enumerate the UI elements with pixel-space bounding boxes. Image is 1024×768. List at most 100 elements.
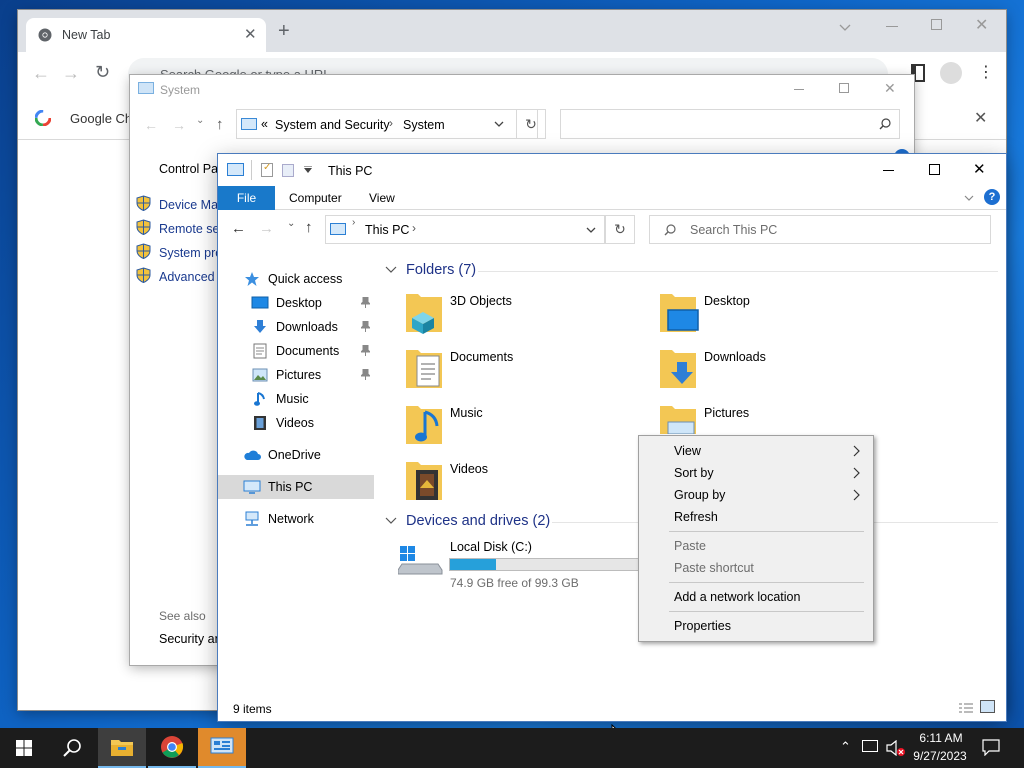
system-address-bar[interactable]: « System and Security › System (236, 109, 538, 139)
back-arrow-icon[interactable]: ← (32, 63, 50, 84)
close-icon[interactable]: ✕ (884, 80, 896, 97)
nav-network[interactable]: Network (218, 507, 374, 531)
maximize-icon[interactable] (839, 83, 849, 93)
taskbar-file-explorer[interactable] (98, 728, 146, 768)
close-icon[interactable]: ✕ (244, 25, 257, 43)
close-window-icon[interactable]: ✕ (975, 15, 988, 35)
show-hidden-icons-chevron-icon[interactable]: ⌃ (840, 739, 851, 755)
forward-arrow-icon[interactable]: → (62, 63, 80, 84)
menu-item-view[interactable]: View (641, 440, 871, 462)
pin-icon[interactable] (361, 297, 370, 308)
recent-chevron-icon[interactable]: ⌄ (196, 115, 204, 126)
folders-group-header[interactable]: Folders (7) (384, 262, 476, 278)
back-arrow-icon[interactable]: ← (144, 117, 158, 133)
folder-music[interactable]: Music (404, 402, 624, 454)
nav-this-pc[interactable]: This PC (218, 475, 374, 499)
nav-music[interactable]: Music (218, 387, 374, 411)
menu-item-group-by[interactable]: Group by (641, 484, 871, 506)
menu-item-paste-shortcut[interactable]: Paste shortcut (641, 557, 871, 579)
folder-downloads[interactable]: Downloads (658, 346, 878, 398)
folder-documents[interactable]: Documents (404, 346, 624, 398)
menu-item-properties[interactable]: Properties (641, 615, 871, 637)
pin-icon[interactable] (361, 369, 370, 380)
refresh-icon[interactable]: ↻ (605, 215, 635, 244)
sidebar-link-remote-settings[interactable]: Remote set (159, 222, 223, 236)
taskbar-control-panel[interactable] (198, 728, 246, 768)
forward-arrow-icon[interactable]: → (172, 117, 186, 133)
breadcrumb-separator-icon[interactable]: › (412, 221, 416, 235)
nav-pictures[interactable]: Pictures (218, 363, 374, 387)
explorer-address-bar[interactable]: › This PC › (325, 215, 605, 244)
folder-desktop[interactable]: Desktop (658, 290, 878, 342)
recent-locations-chevron-icon[interactable]: ⌄ (287, 218, 295, 229)
ribbon-tab-view[interactable]: View (369, 191, 395, 205)
close-bar-icon[interactable]: ✕ (974, 108, 987, 128)
chevron-down-icon[interactable] (838, 20, 852, 34)
chevron-down-icon[interactable] (493, 118, 505, 130)
pin-icon[interactable] (361, 321, 370, 332)
menu-item-add-network-location[interactable]: Add a network location (641, 586, 871, 608)
ribbon-tab-file[interactable]: File (218, 186, 275, 210)
sidebar-link-device-manager[interactable]: Device Mar (159, 198, 222, 212)
chrome-tab-new-tab[interactable]: New Tab ✕ (26, 18, 266, 52)
menu-item-sort-by[interactable]: Sort by (641, 462, 871, 484)
new-folder-icon[interactable] (282, 164, 294, 177)
up-arrow-icon[interactable]: ↑ (305, 219, 313, 236)
quick-access-toolbar-chevron-icon[interactable] (304, 166, 312, 174)
taskbar-search-button[interactable] (48, 728, 96, 768)
maximize-icon[interactable] (931, 19, 942, 30)
devices-group-header[interactable]: Devices and drives (2) (384, 513, 550, 529)
back-arrow-icon[interactable]: ← (231, 220, 246, 237)
minimize-icon[interactable] (886, 26, 898, 27)
start-button[interactable] (0, 728, 48, 768)
bookmark-google-chrome[interactable]: Google Ch (70, 111, 132, 126)
pin-icon[interactable] (361, 345, 370, 356)
nav-downloads[interactable]: Downloads (218, 315, 374, 339)
explorer-title-bar: ✓ This PC ✕ (218, 154, 1006, 186)
sidebar-link-advanced-settings[interactable]: Advanced s (159, 270, 224, 284)
nav-quick-access[interactable]: Quick access (218, 267, 374, 291)
details-view-icon[interactable] (958, 702, 974, 714)
up-arrow-icon[interactable]: ↑ (216, 116, 224, 133)
profile-avatar-icon[interactable] (940, 62, 962, 84)
taskbar-chrome[interactable] (148, 728, 196, 768)
network-status-icon[interactable] (862, 740, 878, 752)
folder-3d-objects[interactable]: 3D Objects (404, 290, 624, 342)
address-this-pc[interactable]: This PC (365, 223, 409, 237)
reload-icon[interactable]: ↻ (95, 62, 110, 83)
forward-arrow-icon[interactable]: → (259, 220, 274, 237)
nav-documents[interactable]: Documents (218, 339, 374, 363)
ribbon-expand-chevron-icon[interactable] (964, 194, 974, 202)
refresh-icon[interactable]: ↻ (516, 109, 546, 139)
maximize-icon[interactable] (929, 164, 940, 175)
close-icon[interactable]: ✕ (973, 160, 986, 178)
system-search-box[interactable] (560, 109, 900, 139)
large-icons-view-icon[interactable] (980, 700, 995, 713)
security-and-maintenance-link[interactable]: Security an (159, 632, 222, 646)
notification-center-icon[interactable] (982, 739, 1000, 756)
volume-muted-icon[interactable] (886, 740, 906, 756)
properties-check-icon[interactable]: ✓ (261, 162, 273, 177)
minimize-icon[interactable] (883, 170, 894, 171)
nav-videos[interactable]: Videos (218, 411, 374, 435)
menu-item-refresh[interactable]: Refresh (641, 506, 871, 528)
ribbon-tab-computer[interactable]: Computer (289, 191, 342, 205)
new-tab-plus-icon[interactable]: + (278, 21, 290, 41)
sidebar-link-system-protection[interactable]: System pro (159, 246, 222, 260)
minimize-icon[interactable] (794, 89, 804, 90)
folder-videos[interactable]: Videos (404, 458, 624, 510)
nav-onedrive[interactable]: OneDrive (218, 443, 374, 467)
menu-item-paste[interactable]: Paste (641, 535, 871, 557)
breadcrumb-system[interactable]: System (403, 118, 445, 132)
clock-time[interactable]: 6:11 AM (916, 731, 966, 745)
help-icon[interactable]: ? (984, 189, 1000, 205)
control-panel-home-link[interactable]: Control Par (159, 162, 222, 176)
explorer-search-box[interactable]: Search This PC (649, 215, 991, 244)
clock-date[interactable]: 9/27/2023 (910, 749, 970, 763)
drive-local-disk-c[interactable]: Local Disk (C:) 74.9 GB free of 99.3 GB (398, 538, 658, 590)
nav-desktop[interactable]: Desktop (218, 291, 374, 315)
breadcrumb-system-and-security[interactable]: System and Security (275, 118, 390, 132)
menu-kebab-icon[interactable]: ⋮ (978, 62, 994, 82)
chevron-down-icon[interactable] (585, 225, 597, 235)
folder-label: Pictures (704, 406, 750, 420)
